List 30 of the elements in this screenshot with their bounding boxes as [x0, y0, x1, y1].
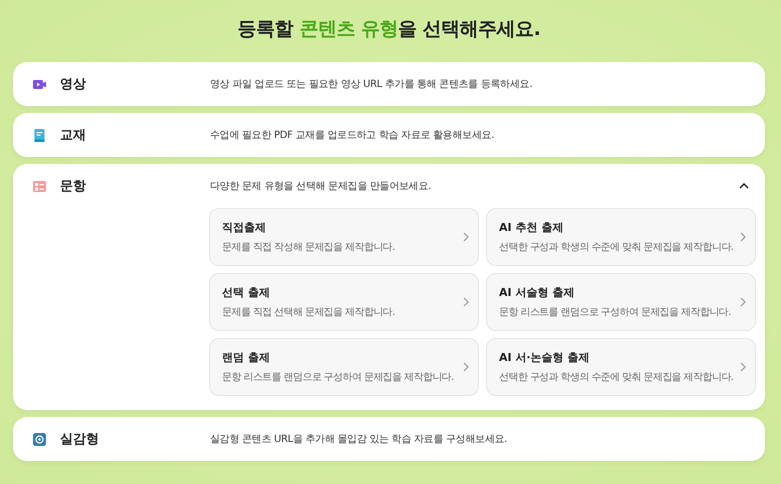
- page-title: 등록할 콘텐츠 유형을 선택해주세요.: [236, 17, 542, 42]
- option-description: 문항 리스트를 랜덤으로 구성하여 문제집을 제작합니다.: [499, 306, 732, 319]
- option-title: AI 서·논술형 출제: [499, 350, 590, 365]
- option-title: 랜덤 출제: [222, 350, 271, 365]
- content-type-label: 문항: [60, 178, 87, 195]
- option-card[interactable]: 선택 출제 문제를 직접 선택해 문제집을 제작합니다.: [209, 273, 479, 331]
- option-card[interactable]: AI 서·논술형 출제 선택한 구성과 학생의 수준에 맞춰 문제집을 제작합니다.: [486, 338, 756, 396]
- option-description: 선택한 구성과 학생의 수준에 맞춰 문제집을 제작합니다.: [499, 371, 734, 384]
- content-type-label: 실감형: [60, 431, 100, 448]
- option-title: AI 추천 출제: [499, 220, 564, 235]
- option-description: 문제를 직접 선택해 문제집을 제작합니다.: [222, 306, 396, 319]
- content-type-description: 실감형 콘텐츠 URL을 추가해 몰입감 있는 학습 자료를 구성해보세요.: [210, 433, 508, 446]
- option-card[interactable]: 랜덤 출제 문항 리스트를 랜덤으로 구성하여 문제집을 제작합니다.: [209, 338, 479, 396]
- option-description: 문항 리스트를 랜덤으로 구성하여 문제집을 제작합니다.: [222, 371, 455, 384]
- option-title: 직접출제: [222, 220, 267, 235]
- content-type-label: 교재: [60, 127, 87, 144]
- option-card[interactable]: AI 서술형 출제 문항 리스트를 랜덤으로 구성하여 문제집을 제작합니다.: [486, 273, 756, 331]
- option-title: AI 서술형 출제: [499, 285, 576, 300]
- option-description: 선택한 구성과 학생의 수준에 맞춰 문제집을 제작합니다.: [499, 241, 734, 254]
- content-type-card[interactable]: 실감형 실감형 콘텐츠 URL을 추가해 몰입감 있는 학습 자료를 구성해보세요.: [13, 417, 765, 461]
- content-type-description: 다양한 문제 유형을 선택해 문제집을 만들어보세요.: [210, 180, 432, 193]
- option-card[interactable]: 직접출제 문제를 직접 작성해 문제집을 제작합니다.: [209, 208, 479, 266]
- option-description: 문제를 직접 작성해 문제집을 제작합니다.: [222, 241, 396, 254]
- content-type-label: 영상: [60, 76, 87, 93]
- content-type-description: 영상 파일 업로드 또는 필요한 영상 URL 추가를 통해 콘텐츠를 등록하세요.: [210, 78, 534, 91]
- content-type-card[interactable]: 교재 수업에 필요한 PDF 교재를 업로드하고 학습 자료로 활용해보세요.: [13, 113, 765, 157]
- content-type-description: 수업에 필요한 PDF 교재를 업로드하고 학습 자료로 활용해보세요.: [210, 129, 496, 142]
- option-card[interactable]: AI 추천 출제 선택한 구성과 학생의 수준에 맞춰 문제집을 제작합니다.: [486, 208, 756, 266]
- option-title: 선택 출제: [222, 285, 271, 300]
- content-type-card[interactable]: 영상 영상 파일 업로드 또는 필요한 영상 URL 추가를 통해 콘텐츠를 등록하세요.: [13, 62, 765, 106]
